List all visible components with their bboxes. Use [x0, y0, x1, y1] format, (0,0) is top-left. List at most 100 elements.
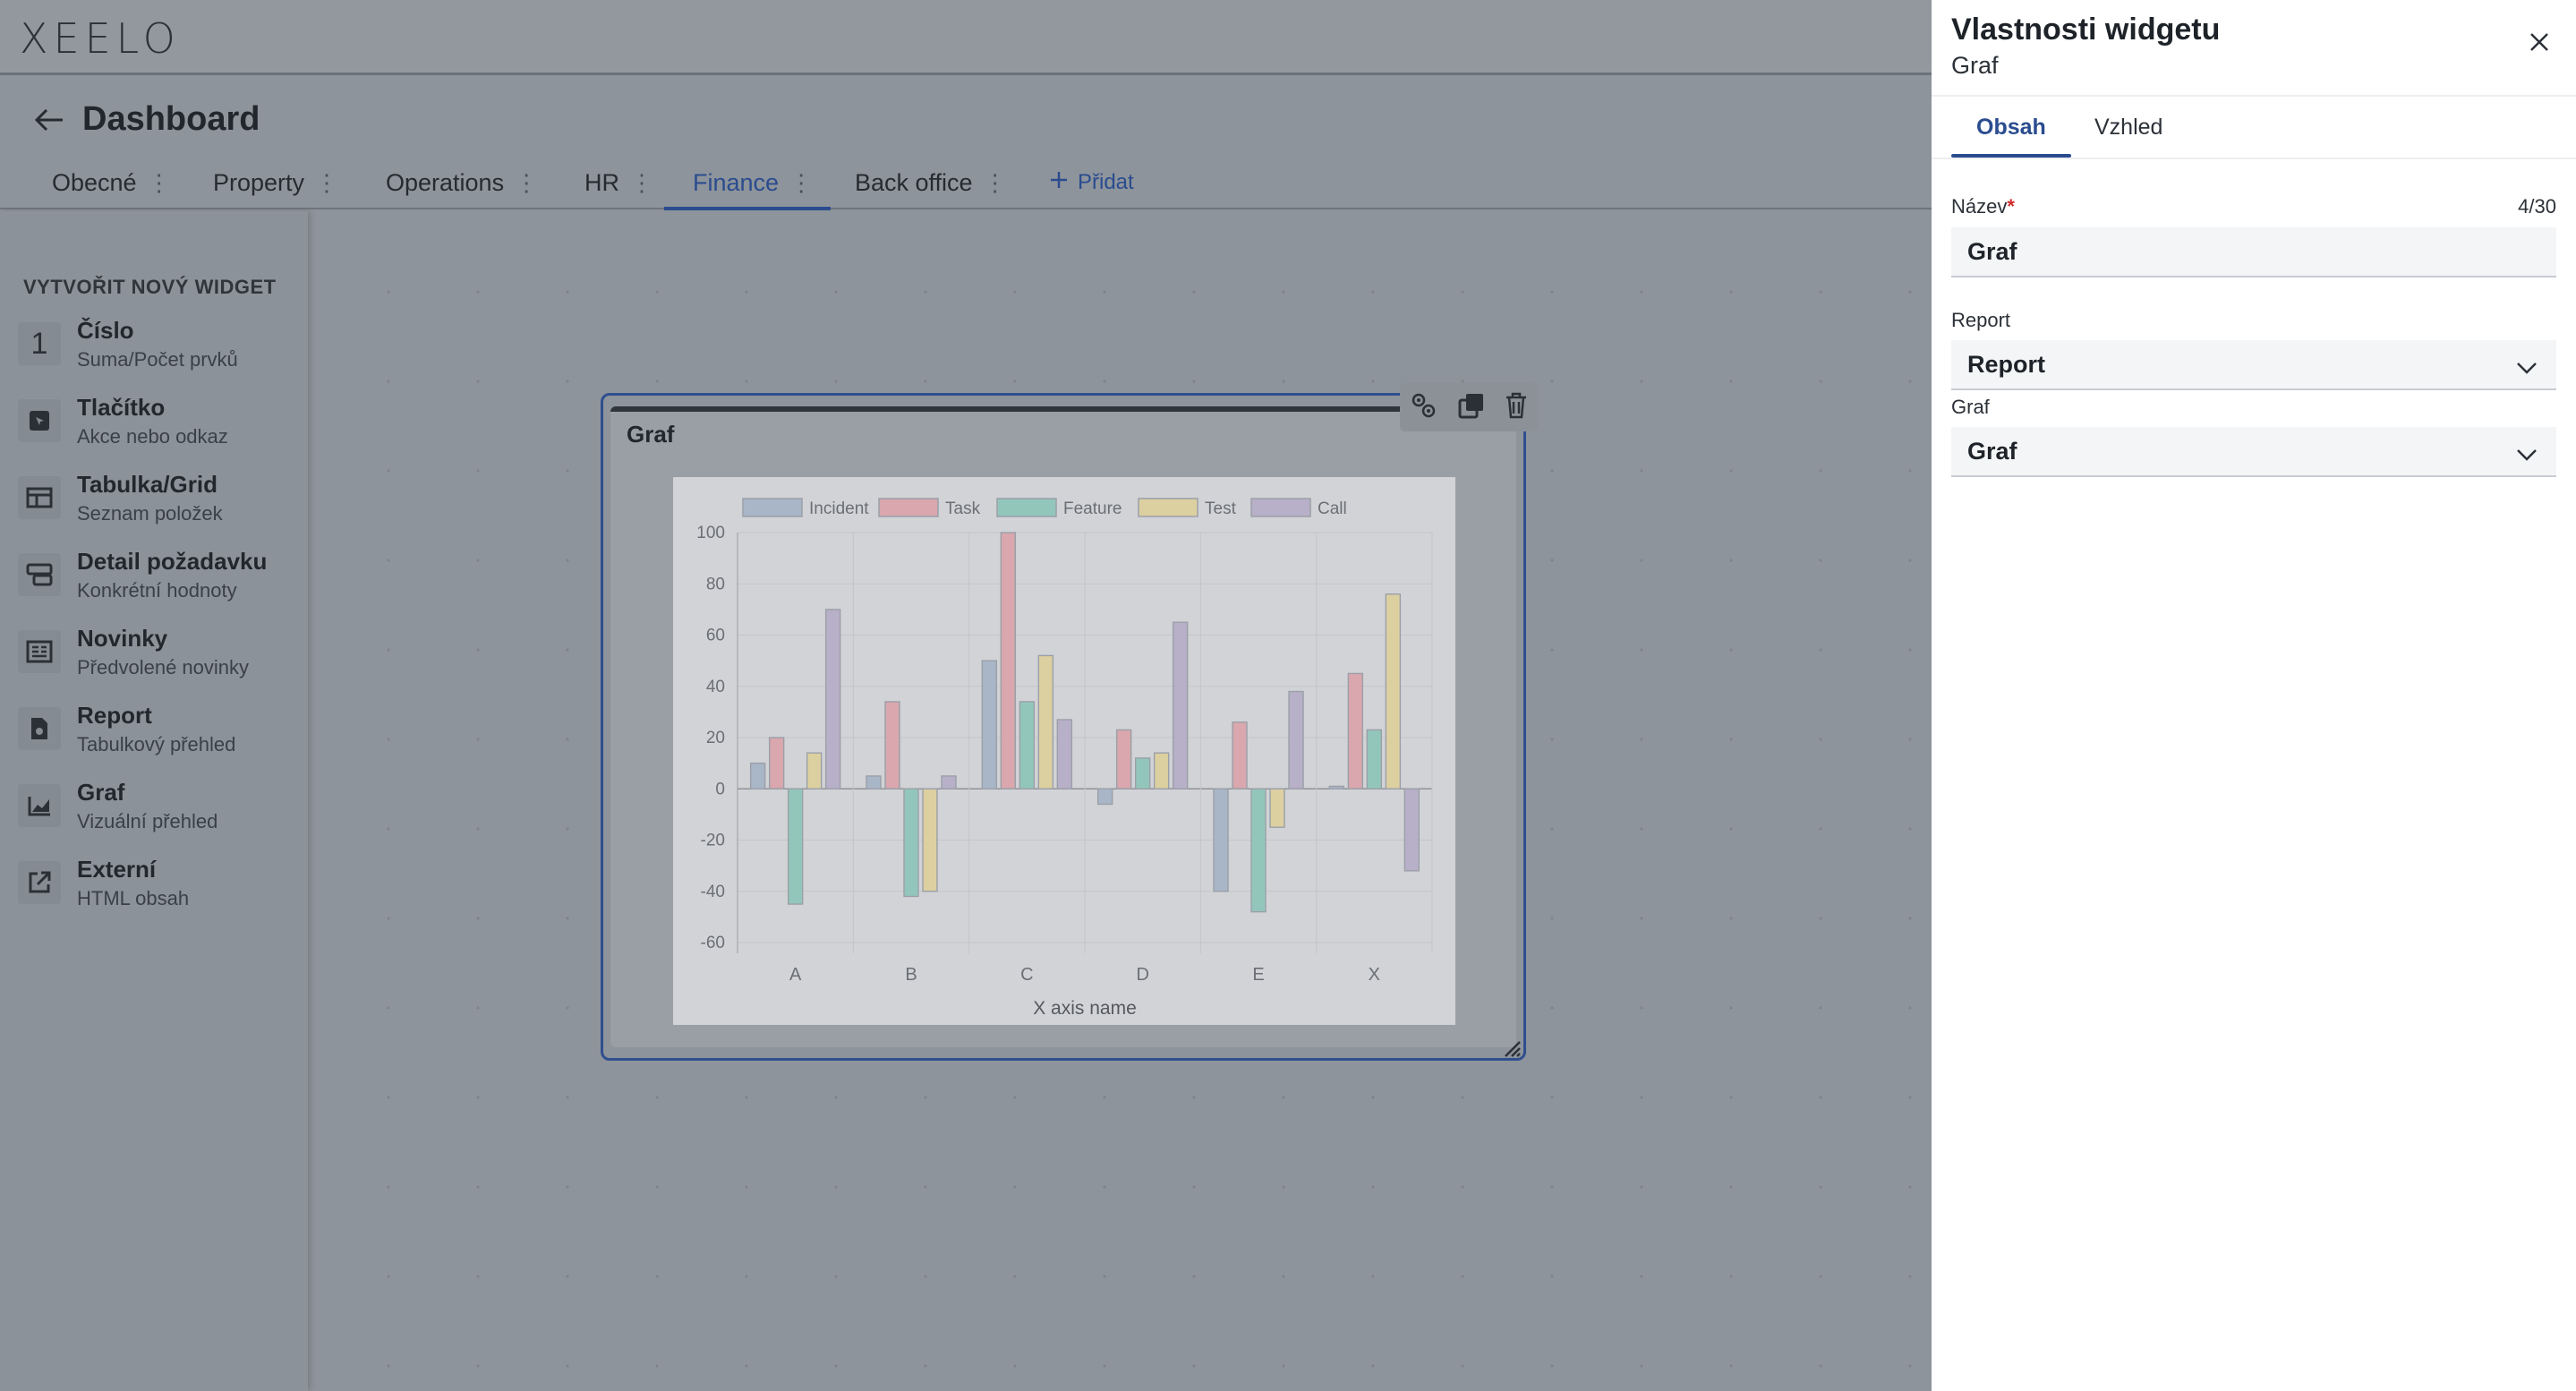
y-tick-label: -60 — [701, 934, 725, 952]
widget-item-graf[interactable]: Graf Vizuální přehled — [18, 779, 218, 847]
bar — [922, 788, 938, 892]
bar — [903, 788, 919, 898]
trash-icon[interactable] — [1504, 391, 1529, 424]
name-input-value: Graf — [1967, 237, 2017, 265]
tab-menu-icon[interactable]: ⋮ — [789, 169, 813, 197]
required-mark: * — [2007, 195, 2015, 218]
plus-icon — [1049, 170, 1069, 196]
close-icon[interactable] — [2528, 30, 2551, 58]
bar — [1213, 788, 1229, 892]
report-select[interactable]: Report — [1951, 340, 2556, 390]
legend-swatch — [996, 498, 1057, 517]
tab-obecne[interactable]: Obecné ⋮ — [52, 158, 171, 208]
tab-menu-icon[interactable]: ⋮ — [315, 169, 338, 197]
widget-item-label: Tlačítko — [77, 394, 166, 421]
page-titlebar: Dashboard — [34, 100, 260, 139]
x-tick-label: A — [789, 965, 802, 985]
widget-item-detail[interactable]: Detail požadavku Konkrétní hodnoty — [18, 548, 267, 616]
chevron-down-icon — [2515, 441, 2538, 469]
external-link-icon — [18, 861, 61, 904]
x-tick-label: D — [1136, 965, 1148, 985]
bar — [1347, 672, 1364, 789]
panel-tab-vzhled[interactable]: Vzhled — [2094, 115, 2162, 141]
legend-label: Feature — [1063, 499, 1122, 518]
bar — [1000, 532, 1017, 789]
legend-label: Task — [945, 499, 981, 518]
bar — [1269, 788, 1285, 828]
widget-item-report[interactable]: Report Tabulkový přehled — [18, 702, 235, 770]
detail-icon — [18, 553, 61, 596]
bar — [884, 701, 900, 789]
graph-select[interactable]: Graf — [1951, 427, 2556, 477]
bar — [1096, 788, 1113, 806]
name-label: Název* — [1951, 195, 2015, 218]
widget-item-desc: Konkrétní hodnoty — [77, 579, 237, 602]
bar — [1232, 721, 1248, 789]
graph-label: Graf — [1951, 396, 1990, 418]
panel-divider — [1932, 95, 2576, 97]
name-char-counter: 4/30 — [2518, 195, 2556, 218]
widget-toolbar — [1400, 383, 1538, 431]
tab-menu-icon[interactable]: ⋮ — [984, 169, 1007, 197]
bar — [1019, 701, 1036, 789]
resize-handle-icon[interactable] — [1502, 1038, 1522, 1062]
bar — [1115, 729, 1132, 789]
name-input[interactable]: Graf — [1951, 227, 2556, 277]
news-icon — [18, 630, 61, 673]
tab-operations[interactable]: Operations ⋮ — [386, 158, 538, 208]
y-tick-label: 80 — [706, 575, 725, 593]
widget-properties-panel: Vlastnosti widgetu Graf Obsah Vzhled Náz… — [1932, 0, 2576, 1391]
widget-item-desc: Seznam položek — [77, 502, 223, 525]
widget-item-label: Report — [77, 702, 152, 729]
table-icon — [18, 476, 61, 519]
bar — [1385, 593, 1402, 789]
widget-item-desc: Předvolené novinky — [77, 656, 250, 678]
bar — [1056, 719, 1073, 789]
settings-icon[interactable] — [1409, 390, 1439, 425]
x-axis-label: X axis name — [1033, 998, 1137, 1019]
widget-item-label: Externí — [77, 856, 157, 883]
bar — [824, 609, 841, 789]
tab-label: Property — [213, 168, 305, 196]
tab-label: Finance — [693, 168, 780, 196]
legend-label: Test — [1205, 499, 1237, 518]
x-tick-label: X — [1369, 965, 1380, 985]
button-icon — [18, 399, 61, 442]
bar — [866, 775, 882, 789]
tab-finance[interactable]: Finance ⋮ — [663, 158, 832, 210]
chevron-down-icon — [2515, 354, 2538, 382]
y-tick-label: -20 — [701, 832, 725, 850]
duplicate-icon[interactable] — [1457, 391, 1486, 424]
widget-item-label: Tabulka/Grid — [77, 471, 218, 498]
tab-hr[interactable]: HR ⋮ — [584, 158, 653, 208]
tab-back-office[interactable]: Back office ⋮ — [855, 158, 1007, 208]
add-tab-button[interactable]: Přidat — [1049, 159, 1134, 206]
widget-item-externi[interactable]: Externí HTML obsah — [18, 856, 189, 924]
widget-item-tlacitko[interactable]: Tlačítko Akce nebo odkaz — [18, 394, 228, 462]
legend-swatch — [1250, 498, 1311, 517]
legend-label: Incident — [809, 499, 869, 518]
back-arrow-icon[interactable] — [34, 107, 64, 132]
top-header: XEELO — [0, 0, 1932, 75]
widget-item-tabulka[interactable]: Tabulka/Grid Seznam položek — [18, 471, 223, 539]
tab-menu-icon[interactable]: ⋮ — [630, 169, 653, 197]
panel-tab-obsah[interactable]: Obsah — [1976, 115, 2046, 141]
legend-swatch — [1138, 498, 1198, 517]
tab-property[interactable]: Property ⋮ — [213, 158, 338, 208]
legend-label: Call — [1318, 499, 1347, 518]
bar — [1037, 654, 1054, 789]
widget-item-novinky[interactable]: Novinky Předvolené novinky — [18, 625, 249, 693]
tab-menu-icon[interactable]: ⋮ — [148, 169, 171, 197]
bar — [981, 660, 998, 789]
dashboard-app: XEELO Dashboard Obecné ⋮ Property ⋮ Operat… — [0, 0, 1932, 1391]
tab-menu-icon[interactable]: ⋮ — [515, 169, 538, 197]
legend-swatch — [878, 498, 939, 517]
x-tick-label: E — [1252, 965, 1264, 985]
widget-item-cislo[interactable]: 1 Číslo Suma/Počet prvků — [18, 317, 238, 385]
xeelo-logo[interactable]: XEELO — [20, 14, 181, 63]
widget-item-desc: Akce nebo odkaz — [77, 425, 228, 448]
widget-title: Graf — [627, 421, 675, 448]
add-tab-label: Přidat — [1078, 170, 1134, 194]
report-label: Report — [1951, 309, 2011, 331]
widget-item-label: Novinky — [77, 625, 168, 652]
